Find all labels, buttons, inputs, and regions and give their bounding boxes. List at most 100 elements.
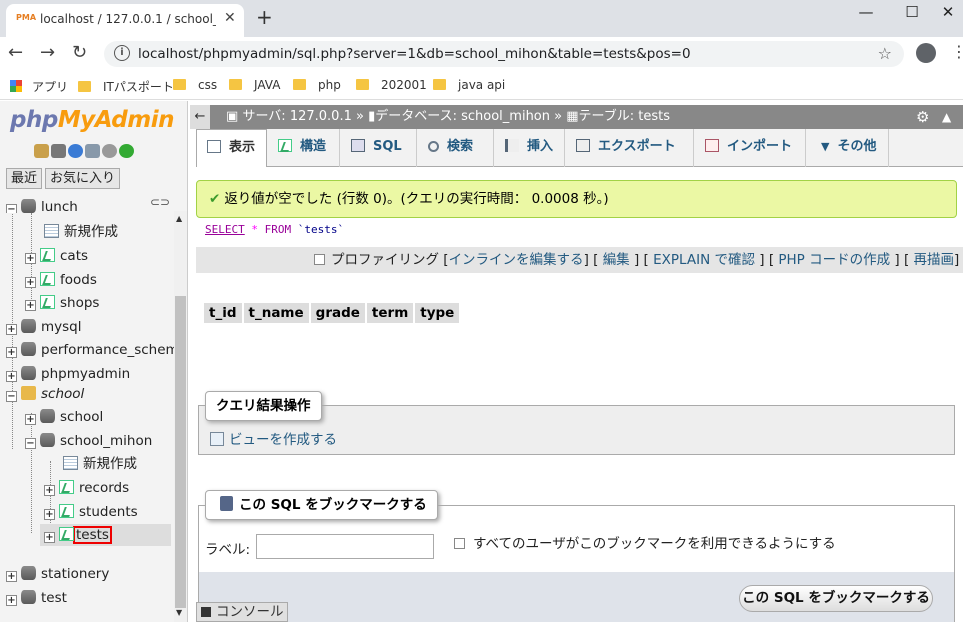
import-icon [705,139,719,152]
nav-scrollbar-thumb[interactable] [175,296,186,608]
breadcrumb-server[interactable]: サーバ: 127.0.0.1 [242,109,351,124]
bookmark-java[interactable]: JAVA [229,78,280,92]
help-icon[interactable] [68,143,83,158]
minimize-icon[interactable]: — [843,0,889,30]
bookmark-java-api[interactable]: java api [433,78,505,92]
tree-table-cats[interactable]: + cats [25,245,88,267]
collapse-icon[interactable]: − [6,391,17,402]
back-arrow-icon[interactable]: ← [8,42,23,63]
reload-nav-icon[interactable] [119,143,134,158]
breadcrumb-database[interactable]: データベース: school_mihon [375,109,550,124]
tab-sql[interactable]: SQL [341,129,417,167]
column-header[interactable]: type [415,303,460,323]
edit-link[interactable]: 編集 [603,252,630,268]
favorites-button[interactable]: お気に入り [45,168,121,189]
link-icon[interactable]: ⊂⊃ [150,195,170,209]
all-users-checkbox[interactable]: すべてのユーザがこのブックマークを利用できるようにする [454,532,836,552]
expand-icon[interactable]: + [44,509,55,520]
column-header[interactable]: term [366,303,414,323]
expand-icon[interactable]: + [25,253,36,264]
reload-icon[interactable]: ↻ [72,42,87,63]
tab-insert[interactable]: 挿入 [495,129,565,167]
tree-db-stationery[interactable]: + stationery [6,563,109,585]
bookmark-star-icon[interactable]: ☆ [878,44,892,63]
browser-menu-icon[interactable]: ⋮ [951,42,963,61]
tab-search[interactable]: 検索 [418,129,494,167]
tab-export[interactable]: エクスポート [566,129,694,167]
bookmark-label-input[interactable] [256,534,434,559]
sql-query-text[interactable]: SELECT * FROM `tests` [205,223,344,236]
tab-more[interactable]: ▼ その他 [807,129,889,167]
bookmark-php[interactable]: php [293,78,341,92]
expand-icon[interactable]: + [6,571,17,582]
create-view-link[interactable]: ビューを作成する [210,428,337,448]
console-toggle[interactable]: コンソール [196,602,288,622]
account-avatar-icon[interactable] [916,43,936,63]
site-info-icon[interactable]: i [114,45,130,61]
refresh-link[interactable]: 再描画 [914,252,955,268]
tree-table-records[interactable]: + records [44,477,129,499]
expand-icon[interactable]: + [6,324,17,335]
bookmark-apps[interactable]: アプリ [10,78,68,95]
breadcrumb-table[interactable]: テーブル: tests [579,109,670,124]
tab-close-icon[interactable]: ✕ [224,10,236,26]
apps-grid-icon [10,80,22,92]
chevron-down-icon: ▼ [821,140,830,153]
tree-table-shops[interactable]: + shops [25,292,99,314]
profiling-checkbox[interactable]: プロファイリング [314,252,439,268]
tree-table-foods[interactable]: + foods [25,269,97,291]
expand-icon[interactable]: + [6,347,17,358]
collapse-icon[interactable]: − [25,438,36,449]
settings-gear-icon[interactable] [102,143,117,158]
expand-icon[interactable]: + [6,371,17,382]
phpmyadmin-logo[interactable]: phpMyAdmin [10,107,174,133]
logout-icon[interactable] [51,143,66,158]
tree-db-mysql[interactable]: + mysql [6,316,82,338]
php-code-link[interactable]: PHP コードの作成 [778,252,890,268]
window-close-icon[interactable]: ✕ [925,0,963,30]
bookmark-itpassport[interactable]: ITパスポート [78,78,174,95]
tree-db-performance-schema[interactable]: + performance_schem [6,339,179,361]
expand-icon[interactable]: + [25,277,36,288]
scroll-down-arrow-icon[interactable]: ▼ [176,608,182,617]
tab-import[interactable]: インポート [695,129,806,167]
docs-icon[interactable] [85,143,100,158]
tab-browse[interactable]: 表示 [196,129,267,167]
expand-icon[interactable]: + [44,532,55,543]
tab-structure[interactable]: 構造 [268,129,340,167]
scroll-up-arrow-icon[interactable]: ▲ [176,214,182,223]
explain-link[interactable]: EXPLAIN で確認 [653,252,755,268]
bookmark-css[interactable]: css [173,78,217,92]
tree-table-tests[interactable]: + tests [40,524,171,546]
collapse-icon[interactable]: − [6,204,17,213]
tree-db-school[interactable]: + school [25,406,103,428]
tree-group-school[interactable]: − school [6,383,84,405]
browser-tab[interactable]: PMA localhost / 127.0.0.1 / school_mih ✕ [6,4,244,37]
page-settings-gear-icon[interactable]: ⚙ [916,105,929,129]
column-header[interactable]: t_id [204,303,242,323]
tree-db-lunch[interactable]: − lunch [6,199,78,213]
expand-icon[interactable]: + [44,485,55,496]
forward-arrow-icon[interactable]: → [40,42,55,63]
tree-new-table[interactable]: 新規作成 [44,221,118,243]
recent-button[interactable]: 最近 [6,168,43,189]
expand-icon[interactable]: + [25,414,36,425]
table-crumb-icon: ▦ [566,109,579,124]
bookmark-submit-button[interactable]: この SQL をブックマークする [739,585,933,612]
inline-edit-link[interactable]: インラインを編集する [449,252,584,268]
column-header[interactable]: grade [310,303,365,323]
collapse-top-icon[interactable]: ▲ [942,105,951,129]
new-tab-icon[interactable]: + [256,5,273,29]
tree-db-school-mihon[interactable]: − school_mihon [25,430,152,452]
collapse-nav-arrow-icon[interactable]: ← [190,105,210,129]
tree-new-table[interactable]: 新規作成 [63,453,137,475]
tree-table-students[interactable]: + students [44,501,138,523]
expand-icon[interactable]: + [25,300,36,311]
home-icon[interactable] [34,143,49,158]
column-header[interactable]: t_name [243,303,309,323]
tree-db-phpmyadmin[interactable]: + phpmyadmin [6,363,130,385]
url-input[interactable]: i localhost/phpmyadmin/sql.php?server=1&… [104,41,904,67]
bookmark-202001[interactable]: 202001 [356,78,427,92]
expand-icon[interactable]: + [6,595,17,606]
tree-db-test[interactable]: + test [6,587,67,609]
